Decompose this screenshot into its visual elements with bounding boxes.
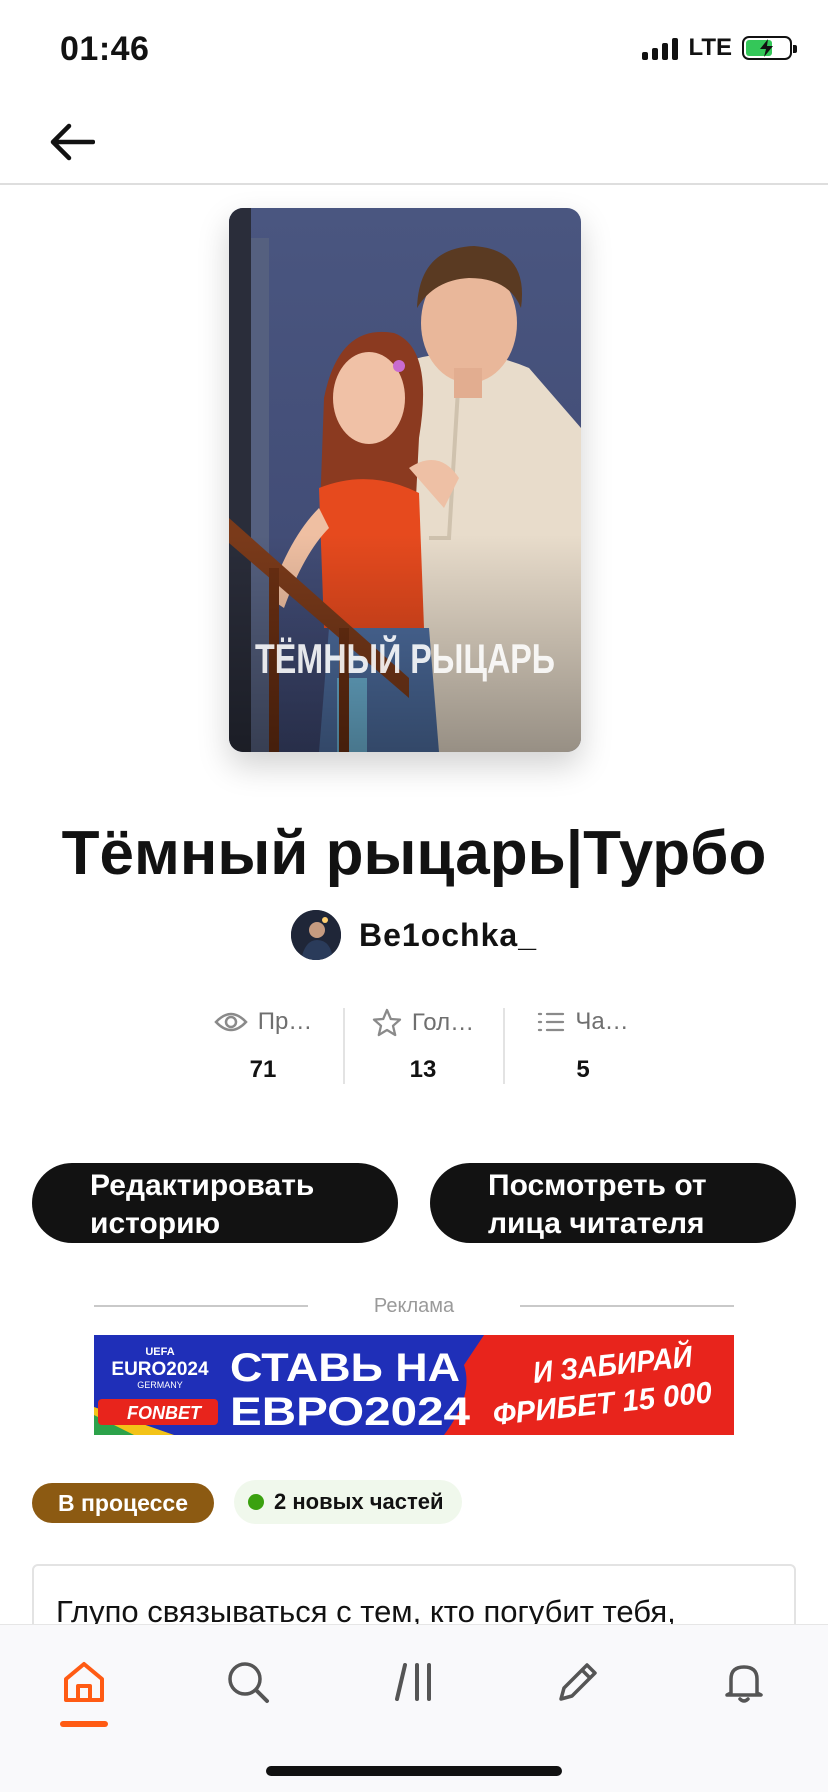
author-link[interactable]: Be1ochka_ — [0, 910, 828, 960]
reader-view-label-line1: Посмотреть от — [488, 1169, 707, 1202]
new-parts-label: 2 новых частей — [274, 1489, 444, 1514]
author-avatar — [291, 910, 341, 960]
edit-story-button[interactable]: Редактировать историю — [32, 1163, 398, 1243]
stat-parts-label: Ча… — [575, 1008, 629, 1035]
top-navigation — [0, 100, 828, 185]
stat-reads-label: Пр… — [257, 1008, 313, 1035]
ad-brand: FONBET — [127, 1403, 203, 1423]
stat-votes-value: 13 — [409, 1056, 437, 1083]
tab-search[interactable] — [208, 1647, 288, 1717]
ad-headline-line2: ЕВРО2024 — [230, 1390, 471, 1434]
reader-view-button[interactable]: Посмотреть от лица читателя — [430, 1163, 796, 1243]
status-badge: В процессе — [32, 1483, 214, 1523]
network-label: LTE — [688, 34, 732, 61]
ad-headline-line1: СТАВЬ НА — [230, 1346, 460, 1390]
signal-icon — [642, 36, 679, 60]
ad-label: Реклама — [373, 1294, 455, 1317]
new-indicator-dot — [248, 1494, 264, 1510]
eye-icon — [213, 1012, 248, 1032]
story-cover[interactable]: ТЁМНЫЙ РЫЦАРЬ — [229, 208, 581, 752]
search-icon — [228, 1662, 269, 1703]
star-icon — [372, 1008, 402, 1037]
edit-story-label-line2: историю — [90, 1207, 221, 1240]
back-button[interactable] — [44, 114, 100, 170]
ad-uefa: UEFA — [145, 1346, 174, 1358]
new-parts-badge: 2 новых частей — [234, 1480, 462, 1524]
tab-write[interactable] — [538, 1647, 618, 1717]
stat-votes-label: Гол… — [411, 1009, 475, 1036]
battery-icon — [742, 36, 797, 60]
ad-euro-logo: EURO2024 — [111, 1359, 209, 1380]
tab-library[interactable] — [374, 1647, 454, 1717]
reader-view-label-line2: лица читателя — [488, 1207, 705, 1240]
stat-reads[interactable]: Пр… 71 — [183, 1008, 343, 1084]
home-indicator[interactable] — [266, 1766, 562, 1776]
stat-parts-value: 5 — [576, 1056, 590, 1083]
story-stats: Пр… 71 Гол… 13 Ча… 5 — [183, 1008, 663, 1084]
ad-germany: GERMANY — [137, 1380, 183, 1390]
home-icon — [64, 1662, 104, 1702]
stat-reads-value: 71 — [249, 1056, 277, 1083]
tab-notifications[interactable] — [704, 1647, 784, 1717]
edit-story-label-line1: Редактировать — [90, 1169, 315, 1202]
status-indicators: LTE — [642, 34, 797, 62]
list-icon — [538, 1012, 565, 1032]
cover-title-text: ТЁМНЫЙ РЫЦАРЬ — [255, 634, 555, 682]
library-icon — [395, 1663, 431, 1701]
bell-icon — [725, 1665, 763, 1703]
story-title: Тёмный рыцарь|Турбо — [61, 819, 767, 888]
tab-home[interactable] — [44, 1647, 124, 1727]
status-time: 01:46 — [60, 30, 150, 68]
ad-label-row: Реклама — [94, 1294, 735, 1317]
stat-parts[interactable]: Ча… 5 — [503, 1008, 663, 1084]
pencil-icon — [559, 1663, 597, 1701]
arrow-left-icon — [50, 123, 95, 161]
stat-votes[interactable]: Гол… 13 — [343, 1008, 503, 1084]
ad-banner[interactable]: UEFA EURO2024 GERMANY FONBET СТАВЬ НА ЕВ… — [94, 1335, 734, 1435]
author-name: Be1ochka_ — [359, 916, 537, 953]
status-bar: 01:46 LTE — [0, 0, 828, 100]
